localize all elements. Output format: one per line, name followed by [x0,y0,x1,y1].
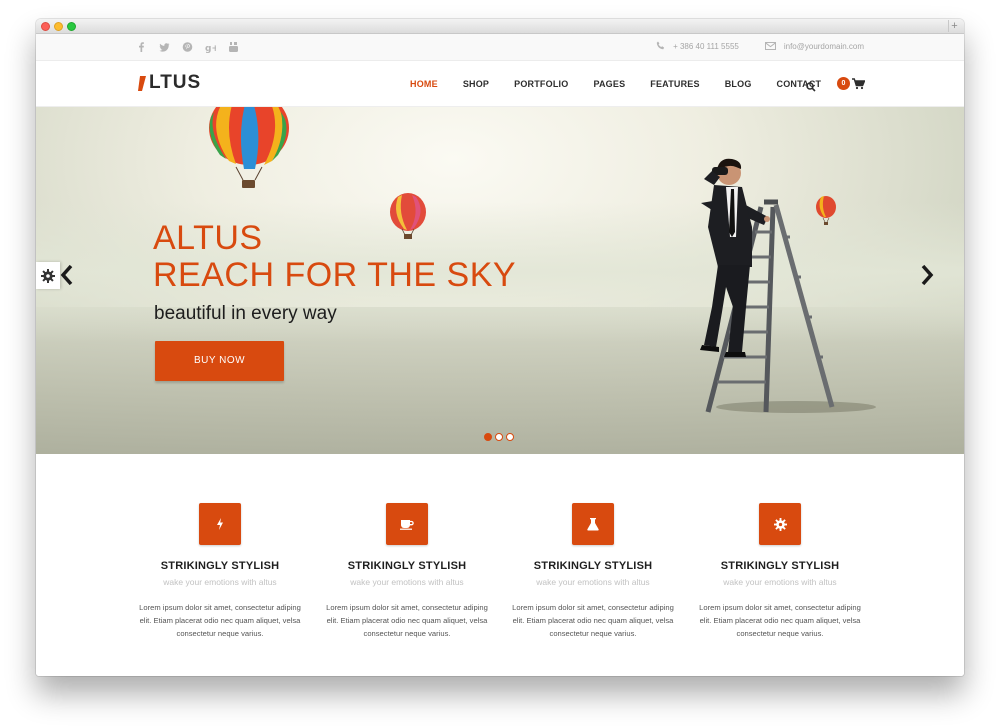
buy-now-button[interactable]: BUY NOW [155,341,284,381]
menu-item-shop[interactable]: SHOP [463,78,489,90]
contact-info: + 386 40 111 5555 info@yourdomain.com [656,41,864,52]
menu-item-pages[interactable]: PAGES [593,78,625,90]
email-address[interactable]: info@yourdomain.com [784,42,864,51]
google-plus-icon[interactable]: g+ [205,40,219,54]
feature-title: STRIKINGLY STYLISH [347,560,467,572]
feature-title: STRIKINGLY STYLISH [533,560,653,572]
new-tab-button[interactable]: + [948,20,960,32]
browser-window: + g+ + 386 40 111 5555 info@yourdomain.c… [36,19,964,676]
feature-title: STRIKINGLY STYLISH [720,560,840,572]
slider-prev-arrow-icon[interactable] [60,264,74,286]
feature-icon-box [386,503,428,545]
feature-icon-box [759,503,801,545]
zoom-window-button[interactable] [67,22,76,31]
feature-card: STRIKINGLY STYLISH wake your emotions wi… [127,503,313,640]
top-info-bar: g+ + 386 40 111 5555 info@yourdomain.com [36,34,964,61]
social-links: g+ [136,40,239,54]
phone-icon [656,41,665,52]
facebook-icon[interactable] [136,40,147,52]
feature-subtitle: wake your emotions with altus [536,577,650,587]
youtube-icon[interactable] [228,40,239,52]
settings-panel-toggle[interactable] [36,262,60,289]
shopping-cart-icon [852,77,865,89]
close-window-button[interactable] [41,22,50,31]
cart-button[interactable]: 0 [837,77,865,90]
logo-mark-icon [138,76,146,91]
flask-icon [587,517,599,530]
hero-slider: ALTUS REACH FOR THE SKY beautiful in eve… [36,107,964,454]
site-logo[interactable]: LTUS [136,72,202,93]
main-navbar: LTUS HOME SHOP PORTFOLIO PAGES FEATURES … [36,61,964,107]
feature-subtitle: wake your emotions with altus [350,577,464,587]
features-section: STRIKINGLY STYLISH wake your emotions wi… [36,454,964,676]
browser-titlebar: + [36,19,964,34]
slider-dot-2[interactable] [495,433,503,441]
feature-title: STRIKINGLY STYLISH [160,560,280,572]
feature-icon-box [572,503,614,545]
main-menu: HOME SHOP PORTFOLIO PAGES FEATURES BLOG … [410,78,846,90]
cart-count-badge: 0 [837,77,850,90]
hero-title-line1: ALTUS [153,219,263,257]
hot-air-balloon-large [209,107,289,188]
twitter-icon[interactable] [159,40,170,52]
phone-number: + 386 40 111 5555 [673,42,739,51]
menu-item-home[interactable]: HOME [410,78,438,90]
minimize-window-button[interactable] [54,22,63,31]
menu-item-features[interactable]: FEATURES [650,78,699,90]
feature-description: Lorem ipsum dolor sit amet, consectetur … [139,603,301,638]
search-icon[interactable] [806,79,816,92]
feature-subtitle: wake your emotions with altus [163,577,277,587]
feature-description: Lorem ipsum dolor sit amet, consectetur … [326,603,488,638]
feature-card: STRIKINGLY STYLISH wake your emotions wi… [500,503,686,640]
feature-subtitle: wake your emotions with altus [723,577,837,587]
gear-icon [41,269,55,283]
hero-subtitle: beautiful in every way [154,303,337,324]
slider-next-arrow-icon[interactable] [920,264,934,286]
ladder-shadow [716,401,876,413]
menu-item-portfolio[interactable]: PORTFOLIO [514,78,568,90]
hot-air-balloon-small [816,196,836,225]
hero-title: ALTUS REACH FOR THE SKY [153,220,516,294]
slider-pagination [484,433,514,441]
menu-item-blog[interactable]: BLOG [725,78,752,90]
feature-description: Lorem ipsum dolor sit amet, consectetur … [699,603,861,638]
bolt-icon [217,518,223,530]
gear-icon [773,517,787,531]
envelope-icon [764,41,776,52]
feature-card: STRIKINGLY STYLISH wake your emotions wi… [314,503,500,640]
svg-text:g+: g+ [205,44,216,53]
slider-dot-3[interactable] [506,433,514,441]
feature-card: STRIKINGLY STYLISH wake your emotions wi… [687,503,873,640]
feature-description: Lorem ipsum dolor sit amet, consectetur … [512,603,674,638]
hero-title-line2: REACH FOR THE SKY [153,256,517,294]
feature-icon-box [199,503,241,545]
slider-dot-1[interactable] [484,433,492,441]
pinterest-icon[interactable] [182,40,193,52]
coffee-cup-icon [400,519,414,530]
logo-text: LTUS [149,72,202,93]
